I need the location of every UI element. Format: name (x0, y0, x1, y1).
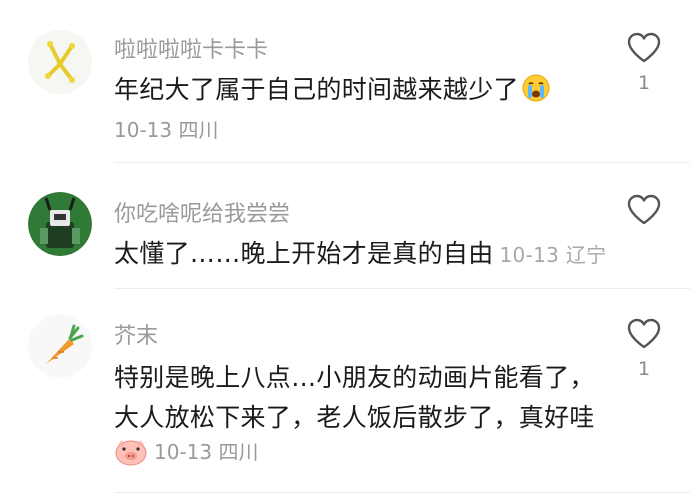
comment-meta: 10-13 辽宁 (500, 243, 607, 267)
comment-text-content: 太懂了……晚上开始才是真的自由 (114, 239, 494, 268)
comment-username[interactable]: 你吃啥呢给我尝尝 (114, 196, 290, 228)
like-button[interactable] (624, 316, 664, 352)
comment-text-line: 特别是晚上八点…小朋友的动画片能看了， (114, 363, 595, 392)
comment-text: 年纪大了属于自己的时间越来越少了 (114, 70, 551, 109)
comment-username[interactable]: 啦啦啦啦卡卡卡 (114, 32, 268, 64)
green-robot-avatar-icon (28, 192, 92, 256)
divider (114, 492, 690, 493)
comment-item: 你吃啥呢给我尝尝 太懂了……晚上开始才是真的自由 10-13 辽宁 (0, 162, 690, 289)
comment-date: 10-13 (154, 440, 213, 464)
comment-username[interactable]: 芥末 (114, 318, 158, 350)
pig-face-sticker-icon (114, 437, 148, 472)
comment-item: 啦啦啦啦卡卡卡 年纪大了属于自己的时间越来越少了 10-13 四川 1 (0, 0, 690, 163)
crying-emoji-icon (521, 73, 551, 109)
comment-text: 太懂了……晚上开始才是真的自由 10-13 辽宁 (114, 234, 606, 270)
comment-date: 10-13 (499, 243, 560, 267)
avatar[interactable] (28, 314, 92, 378)
comment-meta: 10-13 四川 (114, 114, 218, 143)
heart-icon (627, 32, 661, 63)
like-count: 1 (637, 72, 651, 94)
carrot-avatar-icon (28, 314, 92, 378)
comment-text-content: 年纪大了属于自己的时间越来越少了 (114, 75, 519, 104)
comment-location: 四川 (218, 440, 259, 464)
heart-icon (627, 194, 661, 225)
comment-date: 10-13 (114, 118, 173, 142)
comment-location: 辽宁 (565, 243, 607, 267)
avatar[interactable] (28, 30, 92, 94)
comment-location: 四川 (178, 118, 219, 142)
comment-meta: 10-13 四川 (114, 436, 258, 472)
comment-item: 芥末 特别是晚上八点…小朋友的动画片能看了， 大人放松下来了，老人饭后散步了，真… (0, 288, 690, 498)
comment-text-line: 大人放松下来了，老人饭后散步了，真好哇 (114, 403, 595, 432)
yellow-plant-avatar-icon (28, 30, 92, 94)
like-count: 1 (637, 358, 651, 380)
heart-icon (627, 318, 661, 349)
avatar[interactable] (28, 192, 92, 256)
like-button[interactable] (624, 30, 664, 66)
like-button[interactable] (624, 192, 664, 228)
